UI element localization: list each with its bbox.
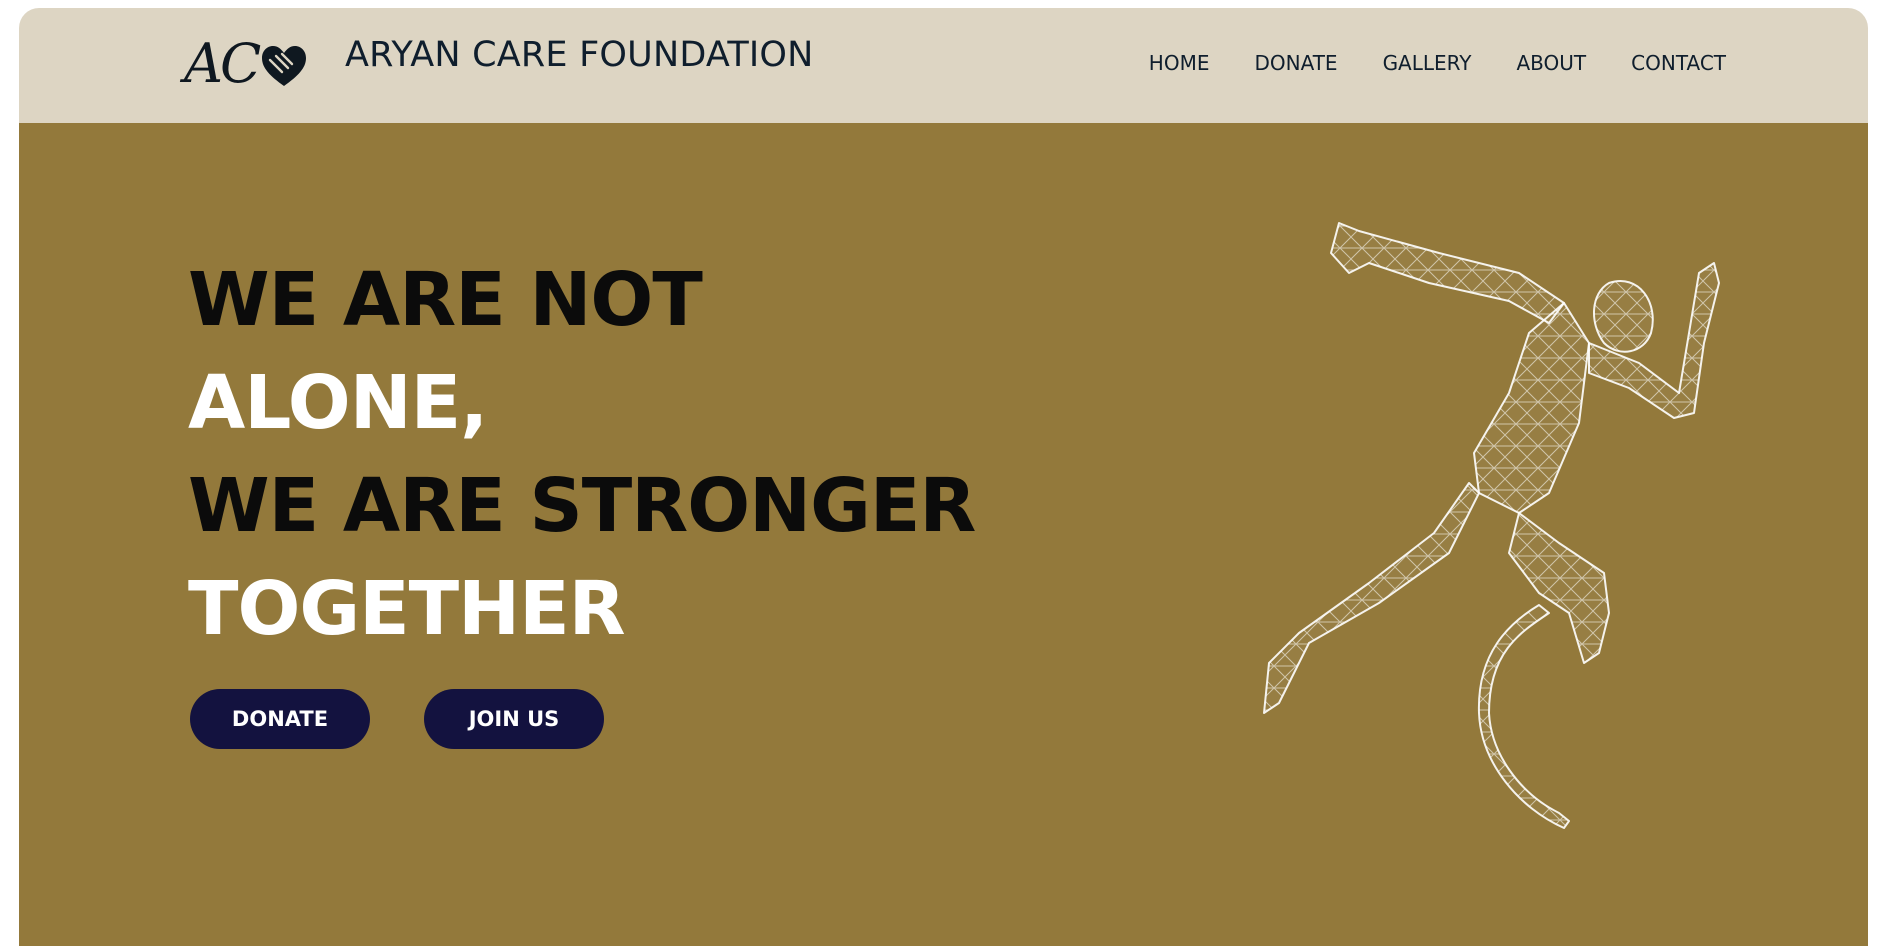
headline-line-3: WE ARE STRONGER xyxy=(188,463,976,549)
nav-contact[interactable]: CONTACT xyxy=(1631,51,1726,75)
logo-mark: AC xyxy=(184,32,261,95)
headline-line-2: ALONE, xyxy=(188,360,488,446)
nav-gallery[interactable]: GALLERY xyxy=(1383,51,1472,75)
runner-illustration-icon xyxy=(1263,222,1720,829)
nav-donate[interactable]: DONATE xyxy=(1254,51,1337,75)
headline-line-1: WE ARE NOT xyxy=(188,257,703,343)
nav-home[interactable]: HOME xyxy=(1149,51,1210,75)
hero-section: WE ARE NOT ALONE, WE ARE STRONGER TOGETH… xyxy=(19,123,1868,946)
logo[interactable]: AC xyxy=(184,34,308,94)
page-frame: AC ARYAN CARE FOUNDATION HOME DONATE GAL… xyxy=(19,8,1868,946)
navbar: AC ARYAN CARE FOUNDATION HOME DONATE GAL… xyxy=(19,8,1868,123)
nav-about[interactable]: ABOUT xyxy=(1517,51,1587,75)
headline-line-4: TOGETHER xyxy=(188,566,626,652)
heart-hands-icon xyxy=(262,46,307,86)
hero-headline: WE ARE NOT ALONE, WE ARE STRONGER TOGETH… xyxy=(188,249,976,661)
join-us-button[interactable]: JOIN US xyxy=(424,689,604,749)
donate-button[interactable]: DONATE xyxy=(190,689,370,749)
brand-name[interactable]: ARYAN CARE FOUNDATION xyxy=(345,35,814,75)
main-nav: HOME DONATE GALLERY ABOUT CONTACT xyxy=(1149,51,1726,75)
